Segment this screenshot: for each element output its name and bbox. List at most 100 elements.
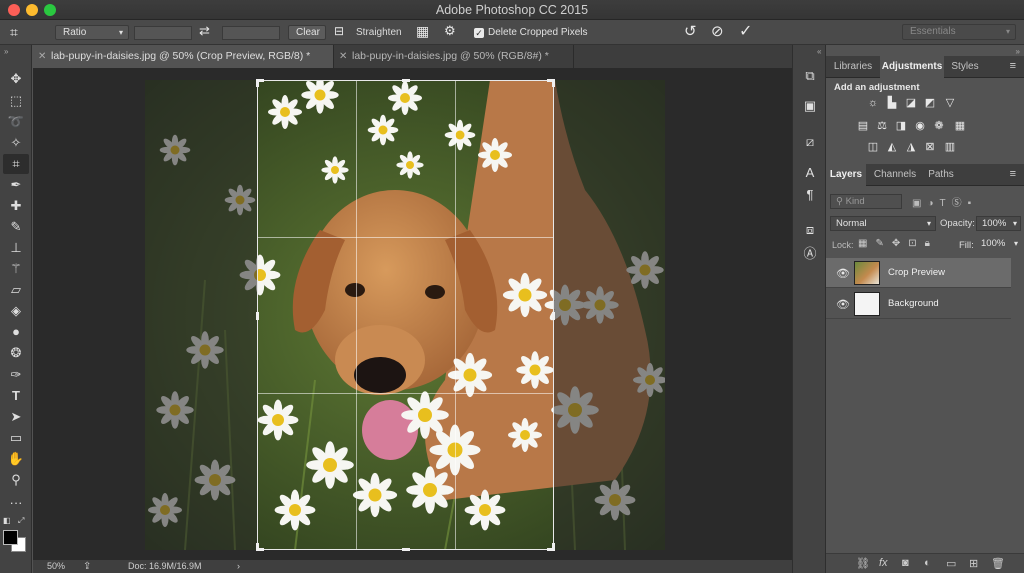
swap-colors-icon[interactable]: ⤢	[18, 516, 24, 526]
lock-icons[interactable]: ▦✎✥⊡🔒︎	[858, 238, 938, 249]
share-icon[interactable]: ⇪	[83, 560, 91, 573]
visibility-eye-icon[interactable]: 👁︎	[836, 267, 850, 280]
close-icon[interactable]: ✕	[339, 45, 347, 68]
lasso-tool-icon[interactable]: ➰	[3, 112, 29, 132]
ratio-dropdown[interactable]: Ratio ▾	[55, 25, 129, 40]
hue-saturation-icon[interactable]: ▤	[856, 120, 870, 132]
ratio-width-input[interactable]	[134, 26, 192, 40]
eyedropper-tool-icon[interactable]: ✒	[3, 175, 29, 195]
straighten-icon[interactable]: ⊟	[334, 24, 344, 38]
ratio-height-input[interactable]	[222, 26, 280, 40]
tab-adjustments[interactable]: Adjustments	[880, 56, 944, 78]
move-tool-icon[interactable]: ✥	[3, 69, 29, 89]
default-colors-icon[interactable]: ◧	[3, 516, 11, 525]
more-tools-icon[interactable]: ···	[3, 493, 29, 513]
new-layer-icon[interactable]: ⊞	[969, 557, 978, 570]
zoom-level[interactable]: 50%	[47, 560, 65, 573]
properties-panel-icon[interactable]: ▣	[801, 97, 819, 115]
eraser-tool-icon[interactable]: ▱	[3, 280, 29, 300]
doc-tab-crop-preview[interactable]: ✕ lab-pupy-in-daisies.jpg @ 50% (Crop Pr…	[33, 45, 334, 68]
opacity-input[interactable]: 100% ▾	[976, 216, 1021, 231]
paint-bucket-tool-icon[interactable]: ◈	[3, 301, 29, 321]
crop-handle-bottom-right[interactable]	[552, 543, 555, 551]
crop-handle-right[interactable]	[552, 312, 555, 320]
tab-layers[interactable]: Layers	[826, 164, 866, 186]
tab-libraries[interactable]: Libraries	[826, 56, 880, 78]
brush-presets-icon[interactable]: ⧄	[801, 133, 819, 151]
crop-tool-icon[interactable]: ⌗	[3, 154, 29, 174]
layer-row-crop-preview[interactable]: 👁︎ Crop Preview	[826, 258, 1011, 288]
curves-icon[interactable]: ◪	[904, 97, 918, 109]
crop-tool-icon[interactable]: ⌗	[10, 24, 18, 41]
trash-icon[interactable]: 🗑︎	[991, 557, 1005, 570]
link-layers-icon[interactable]: ⛓	[856, 557, 870, 570]
cancel-icon[interactable]: ⊘	[711, 22, 724, 40]
vibrance-icon[interactable]: ▽	[943, 97, 957, 109]
path-selection-tool-icon[interactable]: ➤	[3, 407, 29, 427]
commit-check-icon[interactable]: ✓	[739, 21, 752, 41]
zoom-tool-icon[interactable]: ⚲	[3, 470, 29, 490]
glyphs-panel-icon[interactable]: ⧈	[801, 221, 819, 239]
history-brush-tool-icon[interactable]: ⚚	[3, 259, 29, 279]
black-white-icon[interactable]: ◨	[894, 120, 908, 132]
new-adjustment-layer-icon[interactable]: ◐	[924, 557, 931, 569]
character-panel-icon[interactable]: A	[801, 164, 819, 182]
channel-mixer-icon[interactable]: ❁	[932, 120, 946, 132]
magic-wand-tool-icon[interactable]: ✧	[3, 133, 29, 153]
photo-filter-icon[interactable]: ◉	[913, 120, 927, 132]
tab-styles[interactable]: Styles	[946, 56, 984, 78]
posterize-icon[interactable]: ◭	[885, 141, 899, 153]
clear-button[interactable]: Clear	[288, 25, 326, 40]
crop-handle-top[interactable]	[402, 79, 410, 82]
straighten-label[interactable]: Straighten	[356, 27, 402, 38]
brightness-contrast-icon[interactable]: ☼	[866, 97, 880, 109]
healing-brush-tool-icon[interactable]: ✚	[3, 196, 29, 216]
rectangle-tool-icon[interactable]: ▭	[3, 428, 29, 448]
tab-channels[interactable]: Channels	[868, 164, 922, 186]
gradient-map-icon[interactable]: ▥	[943, 141, 957, 153]
workspace-switcher[interactable]: Essentials ▾	[902, 24, 1016, 40]
crop-handle-top-left[interactable]	[256, 79, 259, 87]
crop-handle-left[interactable]	[256, 312, 259, 320]
crop-handle-top-right[interactable]	[552, 79, 555, 87]
close-icon[interactable]: ✕	[38, 45, 46, 68]
dodge-tool-icon[interactable]: ❂	[3, 343, 29, 363]
crop-handle-bottom-left[interactable]	[256, 543, 259, 551]
tab-paths[interactable]: Paths	[923, 164, 959, 186]
fill-input[interactable]: 100% ▾	[976, 237, 1021, 252]
overlay-grid-icon[interactable]: ▦	[416, 23, 429, 40]
reset-icon[interactable]: ↺	[684, 22, 697, 40]
character-styles-icon[interactable]: Ⓐ	[801, 245, 819, 263]
brush-tool-icon[interactable]: ✎	[3, 217, 29, 237]
collapse-panels-icon[interactable]: »	[1016, 47, 1020, 56]
selective-color-icon[interactable]: ⊠	[923, 141, 937, 153]
paragraph-panel-icon[interactable]: ¶	[801, 186, 819, 204]
add-mask-icon[interactable]: ◙	[902, 557, 909, 569]
marquee-tool-icon[interactable]: ⬚	[3, 91, 29, 111]
crop-handle-bottom[interactable]	[402, 548, 410, 551]
collapse-toolbar-icon[interactable]: »	[4, 47, 8, 56]
threshold-icon[interactable]: ◮	[904, 141, 918, 153]
hand-tool-icon[interactable]: ✋	[3, 449, 29, 469]
crop-box[interactable]	[256, 79, 555, 551]
pen-tool-icon[interactable]: ✑	[3, 365, 29, 385]
status-menu-arrow-icon[interactable]: ›	[237, 560, 240, 573]
layer-row-background[interactable]: 👁︎ Background	[826, 289, 1011, 319]
panel-menu-icon[interactable]: ≡	[1010, 168, 1016, 180]
doc-tab-rgb[interactable]: ✕ lab-pupy-in-daisies.jpg @ 50% (RGB/8#)…	[334, 45, 574, 68]
delete-cropped-checkbox[interactable]: ✓	[474, 28, 484, 38]
blend-mode-select[interactable]: Normal ▾	[830, 216, 936, 231]
exposure-icon[interactable]: ◩	[923, 97, 937, 109]
layer-filter-kind[interactable]: ⚲ Kind	[830, 194, 902, 209]
layer-filter-icons[interactable]: ▣◑TⓈ▪	[912, 194, 977, 209]
clone-stamp-tool-icon[interactable]: ⊥	[3, 238, 29, 258]
visibility-eye-icon[interactable]: 👁︎	[836, 298, 850, 311]
new-group-icon[interactable]: ▭	[946, 557, 956, 570]
invert-icon[interactable]: ◫	[866, 141, 880, 153]
color-lookup-icon[interactable]: ▦	[953, 120, 967, 132]
type-tool-icon[interactable]: T	[3, 386, 29, 406]
color-balance-icon[interactable]: ⚖	[875, 120, 889, 132]
blur-tool-icon[interactable]: ●	[3, 322, 29, 342]
panel-menu-icon[interactable]: ≡	[1010, 60, 1016, 72]
collapse-dock-icon[interactable]: «	[817, 47, 821, 56]
